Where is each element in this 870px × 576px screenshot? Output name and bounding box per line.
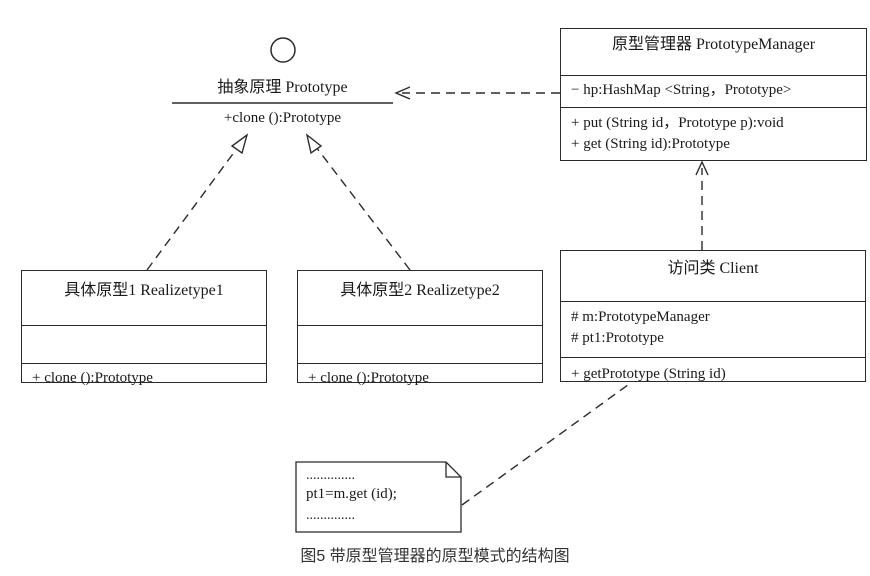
prototype-interface-name: 抽象原理 Prototype [217,79,348,96]
client-operations: + getPrototype (String id) [561,357,865,395]
note-line-1: .............. [306,468,355,483]
client-attr-m: # m:PrototypeManager [571,309,710,325]
realizetype1-title: 具体原型1 Realizetype1 [64,282,224,299]
client-class: 访问类 Client # m:PrototypeManager # pt1:Pr… [560,250,866,382]
prototype-interface-operation: +clone ():Prototype [223,110,342,126]
realization-arrowhead-1 [230,133,249,155]
prototype-manager-title: 原型管理器 PrototypeManager [611,36,816,53]
interface-circle [270,37,296,63]
realizetype2-operations: + clone ():Prototype [298,363,542,398]
note-line-3: .............. [306,508,355,523]
prototype-manager-operations: + put (String id，Prototype p):void + get… [561,107,866,170]
note-connector [461,381,633,506]
realizetype2-title: 具体原型2 Realizetype2 [340,282,500,299]
realizetype2-attributes [298,325,542,363]
prototype-manager-class: 原型管理器 PrototypeManager − hp:HashMap <Str… [560,28,867,161]
client-attr-pt1: # pt1:Prototype [571,330,664,346]
realizetype1-op-clone: + clone ():Prototype [32,370,153,386]
realizetype2-op-clone: + clone ():Prototype [308,370,429,386]
prototype-manager-op-get: + get (String id):Prototype [571,136,730,152]
note-line-2: pt1=m.get (id); [306,486,397,502]
client-title: 访问类 Client [667,260,759,277]
figure-caption: 图5 带原型管理器的原型模式的结构图 [300,548,570,565]
realizetype1-attributes [22,325,266,363]
realizetype1-operations: + clone ():Prototype [22,363,266,398]
client-attributes: # m:PrototypeManager # pt1:Prototype [561,301,865,357]
realization-line-1 [146,146,239,271]
realizetype2-class: 具体原型2 Realizetype2 + clone ():Prototype [297,270,543,386]
realizetype1-class: 具体原型1 Realizetype1 + clone ():Prototype [21,270,267,386]
realization-line-2 [315,146,411,271]
client-op-getprototype: + getPrototype (String id) [571,366,726,382]
prototype-manager-attr-hp: − hp:HashMap <String，Prototype> [571,82,792,98]
prototype-manager-attributes: − hp:HashMap <String，Prototype> [561,75,866,107]
prototype-manager-op-put: + put (String id，Prototype p):void [571,115,784,131]
